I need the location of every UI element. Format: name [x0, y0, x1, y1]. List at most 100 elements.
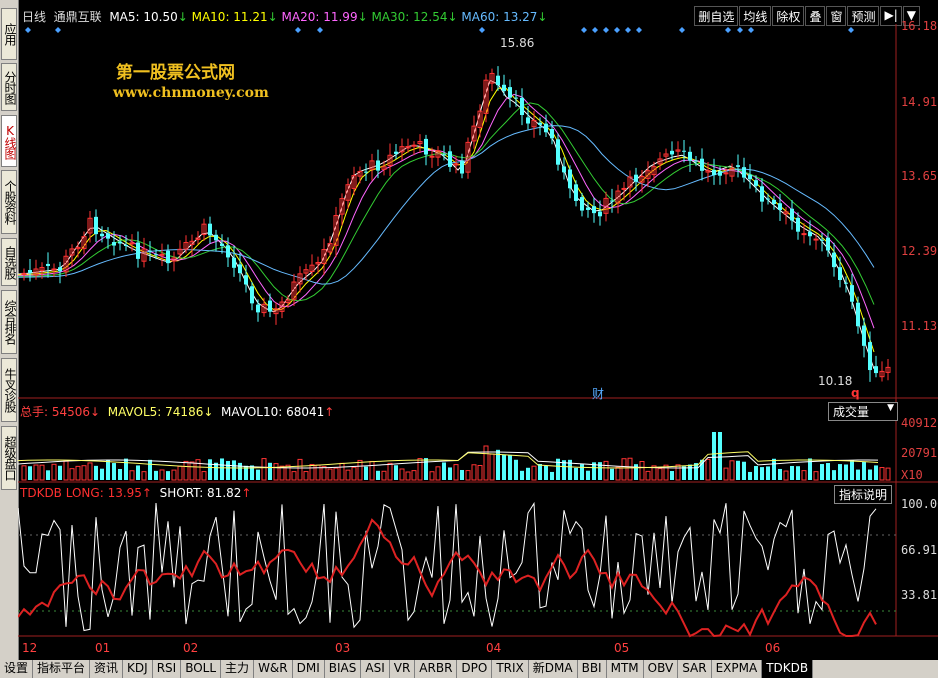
tab-item[interactable]: W&R — [254, 660, 293, 678]
tab-item[interactable]: SAR — [678, 660, 712, 678]
candle-body — [232, 257, 236, 268]
tab-item[interactable]: MTM — [606, 660, 644, 678]
toolbar-button[interactable]: 窗 — [826, 6, 847, 26]
volume-bar — [58, 465, 62, 480]
volume-bar — [339, 462, 345, 481]
tab-item[interactable]: ARBR — [415, 660, 458, 678]
volume-bar — [33, 464, 39, 481]
volume-bar — [405, 471, 411, 481]
toolbar-button[interactable]: 叠 — [805, 6, 826, 26]
short-value: SHORT: 81.82 — [159, 486, 242, 500]
chart-toolbar: 删自选 均线 除权叠窗预测 ▶| ▼ — [693, 6, 920, 26]
volume-unit-label: X10 — [901, 468, 923, 482]
candle-body — [514, 97, 518, 99]
candle-body — [598, 211, 602, 217]
tab-item[interactable]: KDJ — [123, 660, 153, 678]
candle-body — [736, 165, 740, 167]
sidebar-item-intraday[interactable]: 分时图 — [1, 63, 17, 111]
tab-item[interactable]: OBV — [643, 660, 679, 678]
candle-body — [838, 267, 842, 280]
volume-bar — [508, 455, 512, 480]
volume-bar — [273, 463, 279, 481]
volume-bar — [448, 467, 452, 480]
candle-body — [694, 160, 698, 162]
volume-bar — [550, 471, 554, 480]
sidebar-item-ranking[interactable]: 综合排名 — [1, 290, 17, 354]
volume-bar — [639, 460, 645, 481]
tab-item[interactable]: BOLL — [181, 660, 222, 678]
volume-indicator-dropdown[interactable]: 成交量 ▼ — [828, 402, 898, 421]
tab-item[interactable]: 新DMA — [528, 660, 578, 678]
volume-bar — [670, 471, 674, 480]
volume-bar — [51, 463, 57, 481]
volume-bar — [688, 464, 692, 480]
volume-ma-line — [18, 451, 879, 469]
tab-item[interactable]: DPO — [457, 660, 493, 678]
candle-body — [813, 238, 819, 241]
toolbar-button[interactable]: 均线 — [739, 6, 772, 26]
tab-item[interactable]: TDKDB — [762, 660, 814, 678]
event-diamond-icon — [636, 27, 642, 33]
volume-bar — [514, 459, 518, 480]
volume-bar — [387, 462, 393, 481]
volume-bar — [154, 470, 158, 480]
event-diamond-icon — [625, 27, 631, 33]
volume-bar — [783, 470, 789, 481]
event-diamond-icon — [317, 27, 323, 33]
sidebar-item-diagnosis[interactable]: 牛叉诊股 — [1, 358, 17, 422]
high-price-label: 15.86 — [500, 36, 535, 50]
sidebar-item-watchlist[interactable]: 自选股 — [1, 238, 17, 286]
candle-body — [502, 84, 506, 92]
tab-item[interactable]: RSI — [152, 660, 182, 678]
volume-bar — [574, 467, 578, 480]
volume-bar — [424, 458, 428, 480]
toolbar-button[interactable]: 删自选 — [694, 6, 739, 26]
tab-item[interactable]: DMI — [292, 660, 325, 678]
tab-item[interactable]: 主力 — [221, 660, 255, 678]
candle-body — [801, 233, 807, 236]
indicator-help-button[interactable]: 指标说明 — [834, 485, 893, 504]
event-diamond-icon — [581, 27, 587, 33]
tab-item[interactable]: TRIX — [492, 660, 529, 678]
sidebar-item-kline[interactable]: K线图 — [1, 115, 17, 167]
tab-item[interactable]: 资讯 — [90, 660, 124, 678]
volume-bar — [460, 469, 464, 480]
tab-item[interactable]: BIAS — [324, 660, 362, 678]
tab-item[interactable]: 设置 — [0, 660, 34, 678]
candle-body — [610, 200, 614, 202]
tab-item[interactable]: VR — [389, 660, 416, 678]
volume-bar — [442, 462, 446, 480]
tab-item[interactable]: 指标平台 — [33, 660, 91, 678]
sidebar-item-orderbook[interactable]: 超级盘口 — [1, 426, 17, 490]
volume-bar — [87, 462, 93, 481]
x-axis-label: 12 — [22, 641, 38, 655]
tab-item[interactable]: BBI — [577, 660, 607, 678]
volume-bar — [465, 470, 471, 481]
ma-value: MA20: 11.99 — [281, 10, 358, 24]
sidebar-item-profile[interactable]: 个股资料 — [1, 170, 17, 234]
candle-body — [118, 241, 122, 244]
finance-marker[interactable]: 财 — [592, 385, 604, 402]
tab-item[interactable]: EXPMA — [711, 660, 763, 678]
volume-bar — [489, 453, 495, 481]
volume-bar — [544, 465, 548, 480]
candle-body — [538, 122, 542, 125]
long-value: TDKDB LONG: 13.95 — [20, 486, 142, 500]
volume-bar — [645, 470, 651, 481]
candle-body — [790, 208, 794, 221]
volume-bar — [369, 460, 375, 481]
toolbar-button[interactable]: 除权 — [772, 6, 805, 26]
watermark-title: 第一股票公式网 — [116, 63, 235, 83]
sidebar-item-apply[interactable]: 应用 — [1, 8, 17, 60]
tab-item[interactable]: ASI — [361, 660, 390, 678]
event-diamond-icon — [295, 27, 301, 33]
volume-bar — [112, 463, 116, 480]
price-tick-label: 11.13 — [901, 319, 938, 333]
volume-bar — [778, 468, 782, 480]
toolbar-button[interactable]: 预测 — [847, 6, 880, 26]
volume-bar — [268, 462, 272, 480]
indicator-tick-label: 66.91 — [901, 543, 938, 557]
toolbar-button[interactable]: ▶| — [880, 6, 902, 26]
q-marker[interactable]: q — [851, 386, 860, 400]
candle-body — [772, 199, 776, 204]
